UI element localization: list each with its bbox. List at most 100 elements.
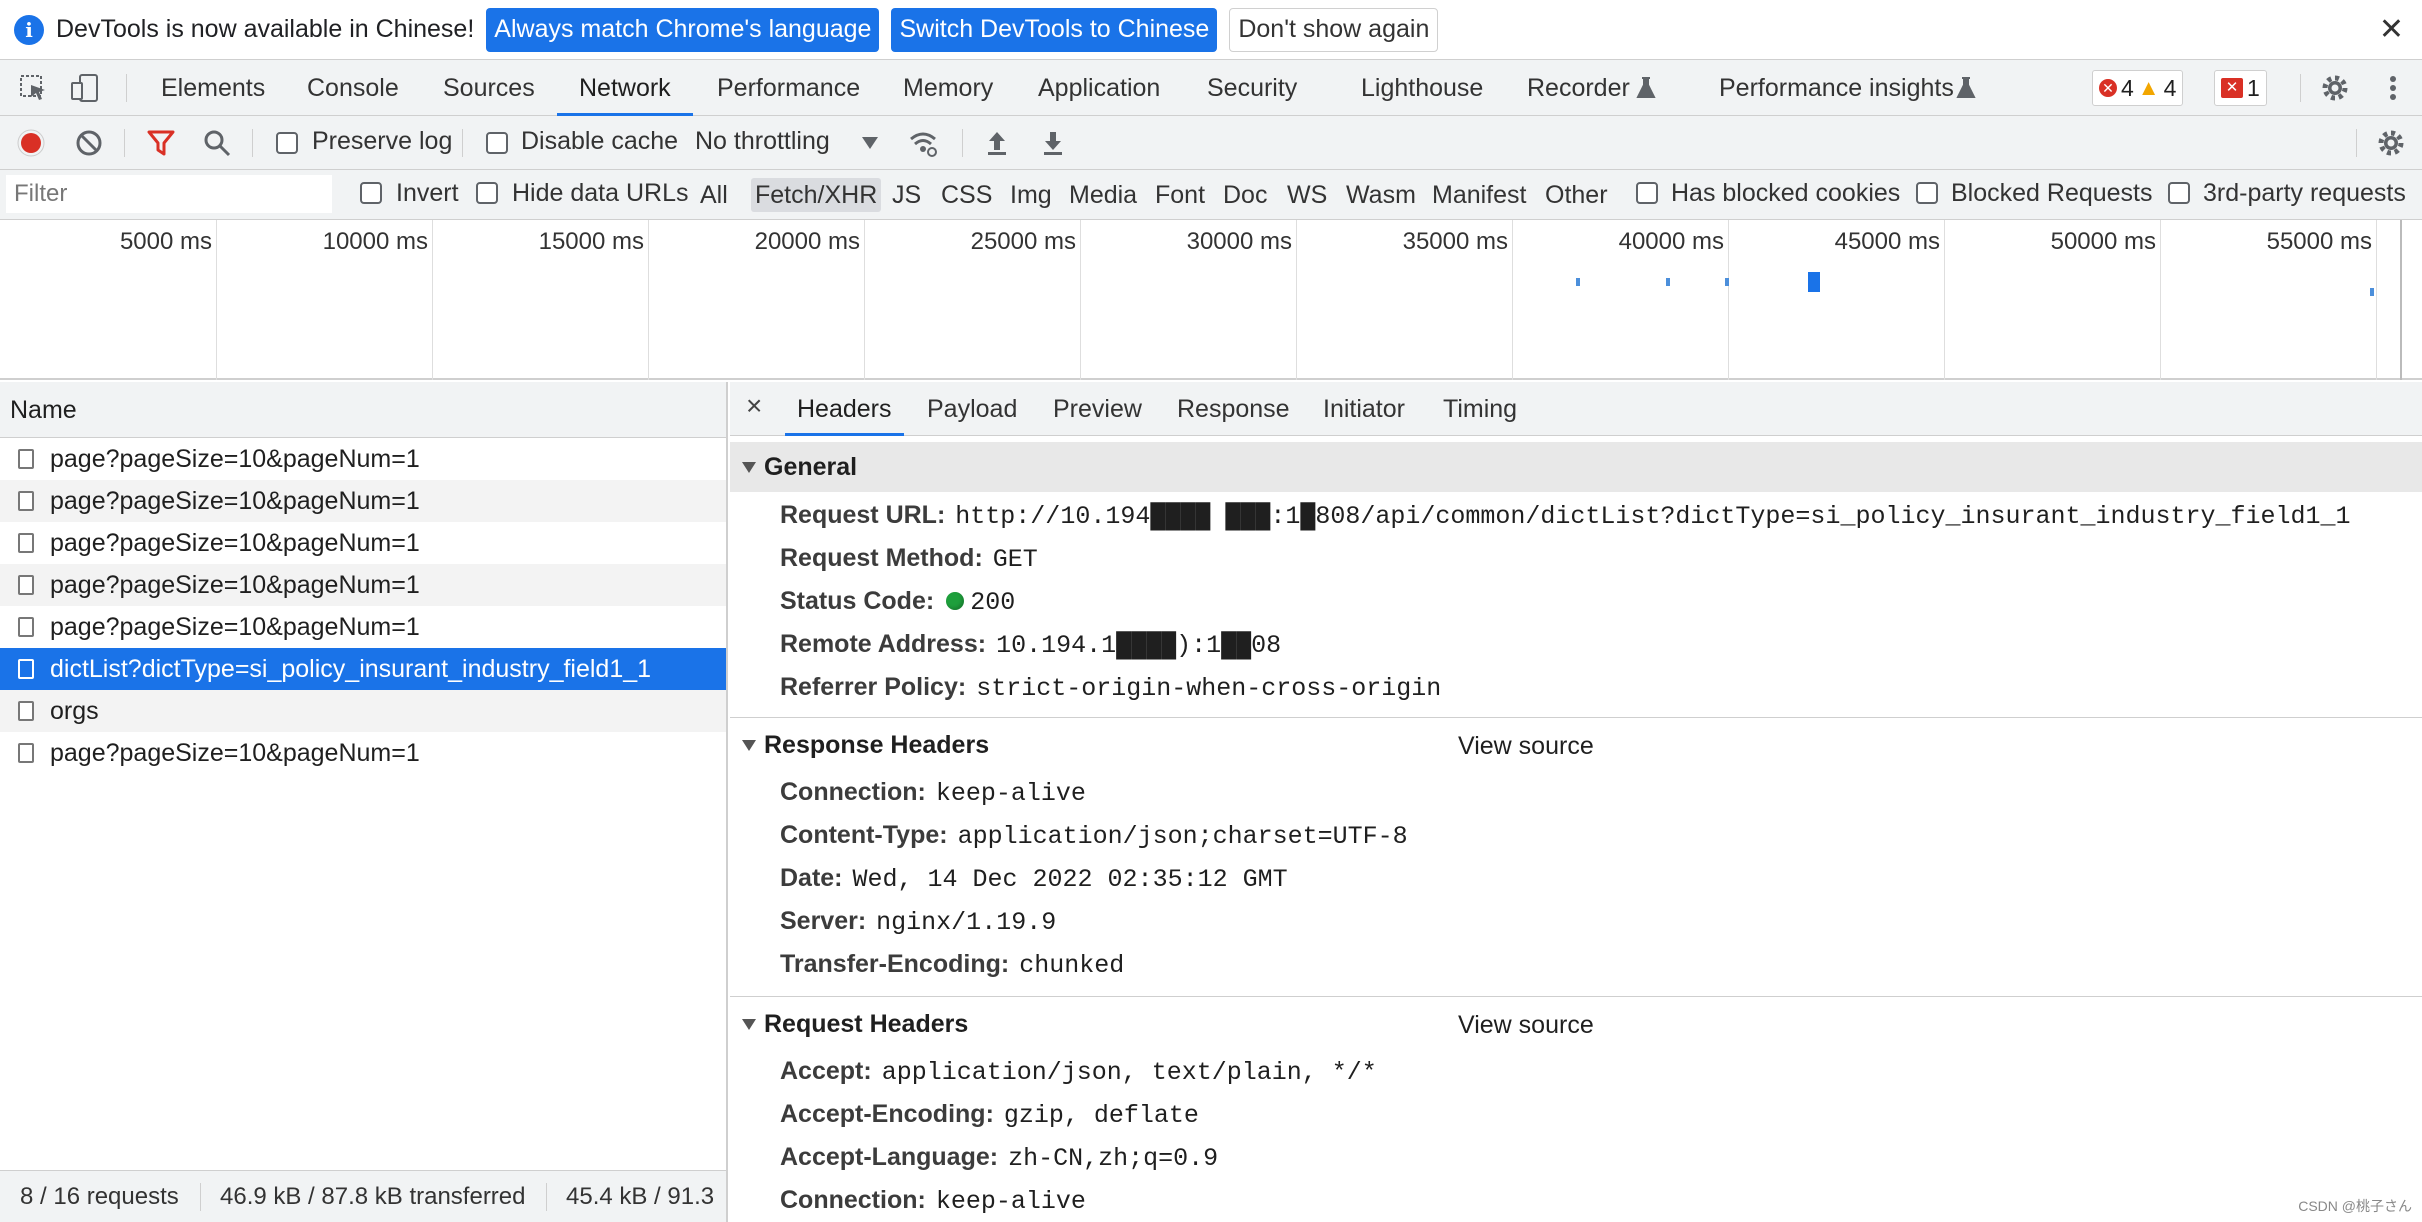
invert-checkbox[interactable] [360,182,382,204]
type-filter-manifest[interactable]: Manifest [1428,178,1530,212]
request-method-value: GET [992,545,1038,574]
tab-memory[interactable]: Memory [903,60,993,116]
infobar-close-icon[interactable]: ✕ [2379,12,2404,47]
tab-response[interactable]: Response [1177,382,1290,436]
tab-sources[interactable]: Sources [443,60,535,116]
type-filter-ws[interactable]: WS [1283,178,1331,212]
response-header-row: Content-Type: application/json;charset=UT… [780,814,1408,856]
request-row-selected[interactable]: dictList?dictType=si_policy_insurant_ind… [0,648,726,690]
tab-console[interactable]: Console [307,60,399,116]
clear-icon[interactable] [74,128,104,158]
header-key: Date: [780,864,843,892]
dropdown-arrow-icon[interactable] [861,136,879,150]
blocked-requests-checkbox[interactable] [1916,182,1938,204]
network-conditions-wifi-icon[interactable] [908,128,938,158]
request-row[interactable]: page?pageSize=10&pageNum=1 [0,564,726,606]
type-filter-all[interactable]: All [696,178,732,212]
request-row[interactable]: orgs [0,690,726,732]
name-column-header[interactable]: Name [0,382,726,438]
close-details-icon[interactable]: × [746,390,762,422]
type-filter-doc[interactable]: Doc [1219,178,1271,212]
timeline-gridline [648,220,649,380]
type-filter-wasm[interactable]: Wasm [1342,178,1420,212]
export-har-download-icon[interactable] [1038,128,1068,158]
has-blocked-cookies-checkbox[interactable] [1636,182,1658,204]
status-code-key: Status Code: [780,587,935,615]
timeline-tick-label: 5000 ms [119,228,212,255]
timeline-tick-label: 45000 ms [1834,228,1940,255]
device-toolbar-icon[interactable] [70,73,100,103]
file-icon [18,617,34,637]
hide-data-urls-label: Hide data URLs [512,179,689,207]
more-options-icon[interactable] [2378,73,2408,103]
request-row[interactable]: page?pageSize=10&pageNum=1 [0,732,726,774]
record-icon[interactable] [16,128,46,158]
type-filter-img[interactable]: Img [1006,178,1056,212]
file-icon [18,491,34,511]
request-row[interactable]: page?pageSize=10&pageNum=1 [0,438,726,480]
response-header-row: Transfer-Encoding: chunked [780,943,1124,985]
blocked-issues-counter[interactable]: ✕ 1 [2214,70,2267,106]
timeline-gridline [2376,220,2377,380]
separator [962,129,963,157]
disable-cache-checkbox[interactable] [486,132,508,154]
preserve-log-checkbox[interactable] [276,132,298,154]
file-icon [18,701,34,721]
type-filter-css[interactable]: CSS [937,178,996,212]
type-filter-other[interactable]: Other [1541,178,1612,212]
third-party-requests-checkbox[interactable] [2168,182,2190,204]
tab-security[interactable]: Security [1207,60,1297,116]
tab-initiator[interactable]: Initiator [1323,382,1405,436]
timeline-gridline [1296,220,1297,380]
type-filter-fetch-xhr[interactable]: Fetch/XHR [751,178,882,212]
tab-timing[interactable]: Timing [1443,382,1517,436]
response-view-source-link[interactable]: View source [1458,732,1594,761]
tab-application[interactable]: Application [1038,60,1160,116]
type-filter-media[interactable]: Media [1065,178,1141,212]
general-section-header[interactable]: General [730,442,2422,492]
type-filter-js[interactable]: JS [888,178,925,212]
network-settings-gear-icon[interactable] [2376,128,2406,158]
filter-funnel-icon[interactable] [146,128,176,158]
header-value: Wed, 14 Dec 2022 02:35:12 GMT [852,865,1288,894]
infobar-message: DevTools is now available in Chinese! [56,15,475,43]
switch-to-chinese-button[interactable]: Switch DevTools to Chinese [891,7,1218,52]
header-key: Accept-Language: [780,1143,999,1171]
timeline-range-handle[interactable] [2400,220,2402,380]
match-language-button[interactable]: Always match Chrome's language [486,7,880,52]
timeline-request-mark [1725,278,1729,286]
tab-elements[interactable]: Elements [161,60,265,116]
type-filter-font[interactable]: Font [1151,178,1209,212]
request-row[interactable]: page?pageSize=10&pageNum=1 [0,522,726,564]
hide-data-urls-checkbox[interactable] [476,182,498,204]
issues-counter[interactable]: ✕ 4 ▲ 4 [2092,70,2184,106]
tab-preview[interactable]: Preview [1053,382,1142,436]
blocked-issue-icon: ✕ [2221,78,2243,98]
request-view-source-link[interactable]: View source [1458,1011,1594,1040]
request-header-row: Connection: keep-alive [780,1179,1086,1221]
tab-performance[interactable]: Performance [717,60,860,116]
throttling-select[interactable]: No throttling [695,127,830,156]
tab-network[interactable]: Network [557,60,693,116]
filter-input[interactable]: Filter [6,175,332,213]
timeline-gridline [1944,220,1945,380]
network-status-bar: 8 / 16 requests 46.9 kB / 87.8 kB transf… [0,1170,726,1222]
tab-performance-insights[interactable]: Performance insights [1719,60,1954,116]
separator [462,129,463,157]
header-key: Accept-Encoding: [780,1100,994,1128]
tab-headers[interactable]: Headers [785,382,903,436]
tab-lighthouse[interactable]: Lighthouse [1361,60,1483,116]
search-icon[interactable] [202,128,232,158]
inspect-element-icon[interactable] [18,73,48,103]
tab-payload[interactable]: Payload [927,382,1017,436]
dont-show-again-button[interactable]: Don't show again [1229,7,1439,52]
requests-panel: Name page?pageSize=10&pageNum=1 page?pag… [0,382,728,1222]
network-overview-timeline[interactable]: 5000 ms 10000 ms 15000 ms 20000 ms 25000… [0,220,2422,380]
resources-size: 45.4 kB / 91.3 [566,1183,715,1210]
import-har-upload-icon[interactable] [982,128,1012,158]
request-row[interactable]: page?pageSize=10&pageNum=1 [0,606,726,648]
tab-recorder[interactable]: Recorder [1527,60,1630,116]
settings-gear-icon[interactable] [2320,73,2350,103]
remote-address-row: Remote Address: 10.194.1████):1██08 [780,623,1281,665]
request-row[interactable]: page?pageSize=10&pageNum=1 [0,480,726,522]
